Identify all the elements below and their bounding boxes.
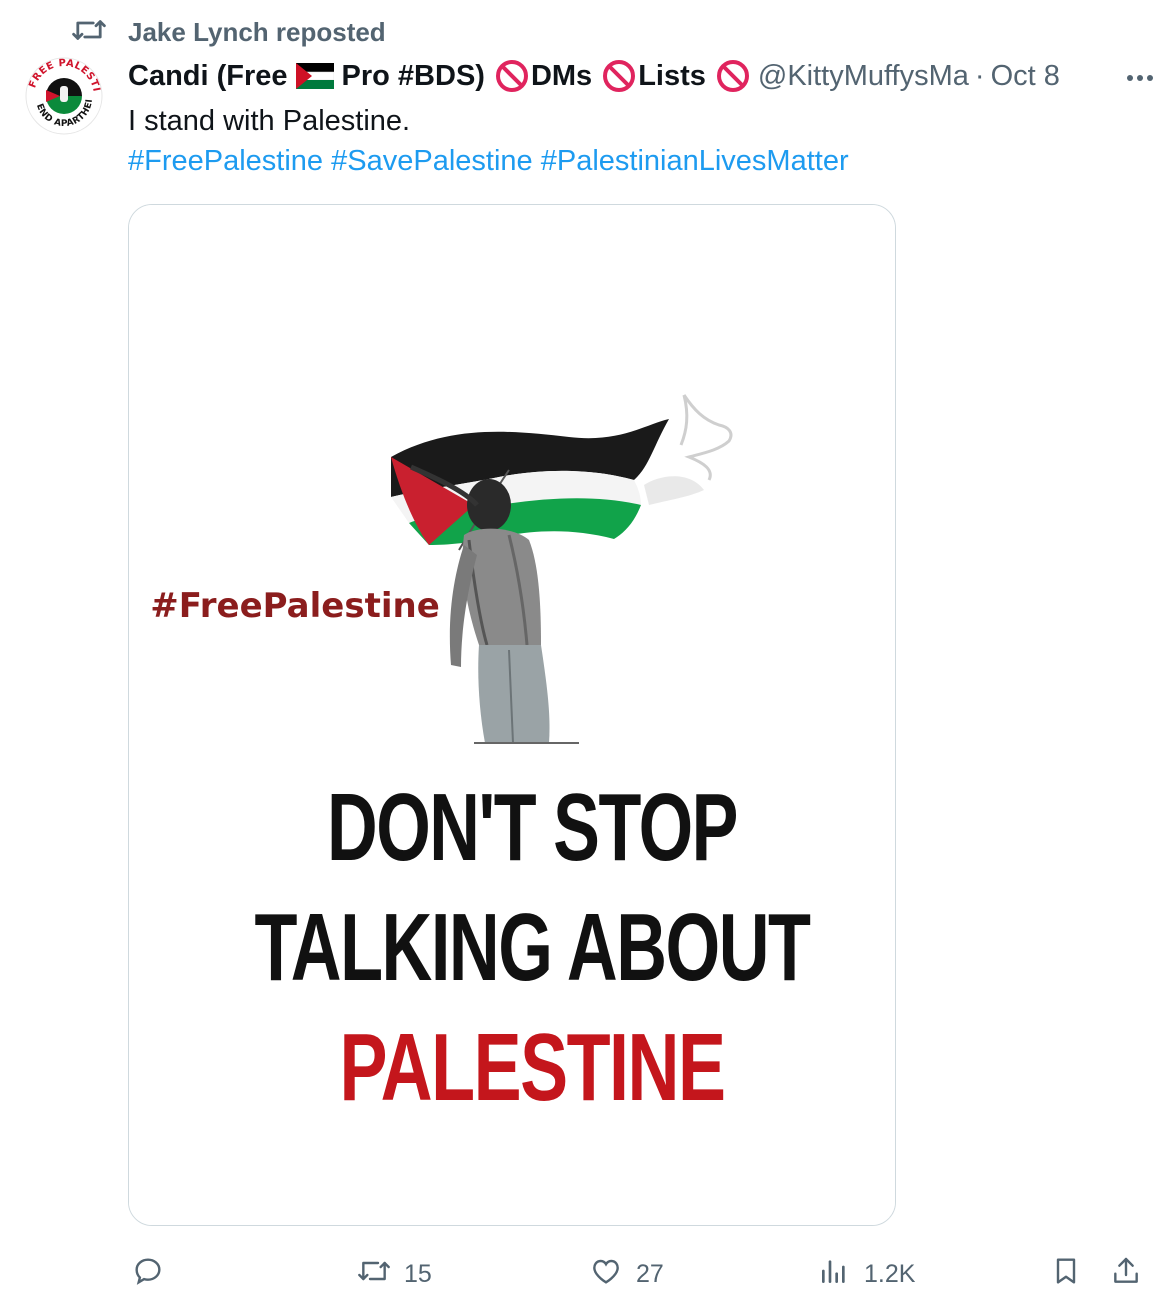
hashtag-link[interactable]: #FreePalestine: [128, 145, 323, 177]
more-options-icon[interactable]: [1122, 62, 1158, 90]
repost-indicator[interactable]: Jake Lynch reposted: [72, 14, 386, 50]
views-count: 1.2K: [864, 1259, 916, 1288]
display-name-part1: Candi (Free: [128, 59, 288, 92]
repost-label: Jake Lynch reposted: [128, 16, 386, 47]
views-button[interactable]: 1.2K: [818, 1252, 915, 1296]
separator-dot: ·: [974, 59, 985, 92]
no-entry-icon: [495, 59, 529, 93]
lists-label: Lists: [638, 59, 706, 92]
retweet-icon: [358, 1255, 390, 1294]
palestine-flag-icon: [295, 63, 334, 89]
author-handle[interactable]: @KittyMuffysMa: [758, 60, 969, 93]
bookmark-icon: [1050, 1255, 1082, 1294]
poster-illustration: #FreePalestine DON'T STOP TALKING ABOUT …: [129, 205, 895, 1225]
dms-label: DMs: [530, 59, 593, 92]
poster-line1: DON'T STOP: [327, 774, 737, 881]
repost-icon: [72, 16, 106, 49]
hashtag-link[interactable]: #PalestinianLivesMatter: [541, 145, 849, 177]
like-button[interactable]: 27: [590, 1252, 664, 1296]
reply-icon: [132, 1255, 164, 1294]
no-entry-icon: [602, 59, 636, 93]
share-icon: [1110, 1255, 1142, 1294]
no-entry-icon: [716, 59, 750, 93]
bookmark-button[interactable]: [1050, 1252, 1082, 1296]
author-display-name[interactable]: Candi (Free Pro #BDS) DMs Lists: [128, 59, 752, 93]
tweet-actions: 15 27 1.2K: [128, 1252, 1158, 1296]
tweet-date[interactable]: Oct 8: [991, 60, 1060, 93]
heart-icon: [590, 1255, 622, 1294]
tweet-text: I stand with Palestine.: [128, 105, 411, 137]
avatar[interactable]: FREE PALESTINE END APARTHEID: [24, 56, 104, 136]
poster-line3: PALESTINE: [340, 1014, 725, 1121]
display-name-part2: Pro #BDS): [341, 59, 485, 92]
tweet-media-image[interactable]: #FreePalestine DON'T STOP TALKING ABOUT …: [128, 204, 896, 1226]
analytics-icon: [818, 1255, 850, 1294]
tweet-hashtags: #FreePalestine #SavePalestine #Palestini…: [128, 141, 849, 181]
reply-button[interactable]: [132, 1252, 178, 1296]
share-button[interactable]: [1110, 1252, 1142, 1296]
hashtag-link[interactable]: #SavePalestine: [331, 145, 533, 177]
poster-hashtag: #FreePalestine: [150, 586, 440, 626]
retweet-count: 15: [404, 1259, 432, 1288]
like-count: 27: [636, 1259, 664, 1288]
retweet-button[interactable]: 15: [358, 1252, 432, 1296]
poster-line2: TALKING ABOUT: [255, 894, 811, 1001]
tweet-header: Candi (Free Pro #BDS) DMs Lists @KittyMu…: [128, 54, 1158, 98]
